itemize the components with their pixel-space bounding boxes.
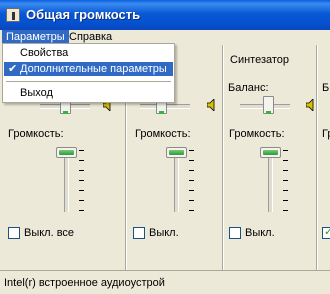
synth-mute-label: Выкл. — [245, 227, 275, 239]
col4-mute-checkbox[interactable] — [322, 225, 330, 239]
window-title: Общая громкость — [26, 7, 141, 22]
parameters-dropdown: Свойства ✔ Дополнительные параметры Выхо… — [2, 43, 175, 103]
checkmark-icon: ✔ — [8, 63, 18, 75]
synth-volume-track[interactable] — [268, 150, 273, 212]
menu-item-exit[interactable]: Выход — [4, 86, 173, 100]
menu-item-advanced-options[interactable]: ✔ Дополнительные параметры — [4, 62, 173, 76]
menu-parameters[interactable]: Параметры — [2, 30, 69, 44]
master-volume-thumb[interactable] — [56, 147, 77, 158]
col4-balance-label: Б — [322, 82, 330, 94]
menu-item-properties[interactable]: Свойства — [4, 46, 173, 60]
channel2-mute-checkbox[interactable] — [133, 227, 145, 239]
device-name: Intel(r) встроенное аудиоустрой — [4, 277, 165, 289]
mute-all-checkbox[interactable] — [8, 227, 20, 239]
status-bar: Intel(r) встроенное аудиоустрой — [0, 270, 330, 294]
menu-help[interactable]: Справка — [65, 30, 116, 44]
synth-volume-label: Громкость: — [229, 128, 285, 140]
synth-balance-label: Баланс: — [228, 82, 269, 94]
synth-mute-checkbox[interactable] — [229, 227, 241, 239]
channel2-volume-track[interactable] — [174, 150, 179, 212]
mute-all-label: Выкл. все — [24, 227, 75, 239]
column-divider — [222, 45, 224, 270]
channel2-volume-label: Громкость: — [135, 128, 191, 140]
column-divider — [316, 45, 318, 270]
app-icon[interactable] — [6, 8, 20, 22]
synth-volume-thumb[interactable] — [260, 147, 281, 158]
speaker-icon — [207, 99, 215, 111]
speaker-icon — [306, 99, 314, 111]
title-bar[interactable]: Общая громкость — [0, 0, 330, 30]
master-volume-track[interactable] — [64, 150, 69, 212]
master-volume-label: Громкость: — [8, 128, 64, 140]
col4-volume-label: Гр — [322, 128, 330, 140]
synth-title: Синтезатор — [230, 54, 290, 66]
synth-balance-thumb[interactable] — [263, 96, 274, 114]
menu-bar: Параметры Справка — [0, 30, 330, 44]
menu-separator — [6, 81, 171, 82]
channel2-volume-thumb[interactable] — [166, 147, 187, 158]
channel2-mute-label: Выкл. — [149, 227, 179, 239]
